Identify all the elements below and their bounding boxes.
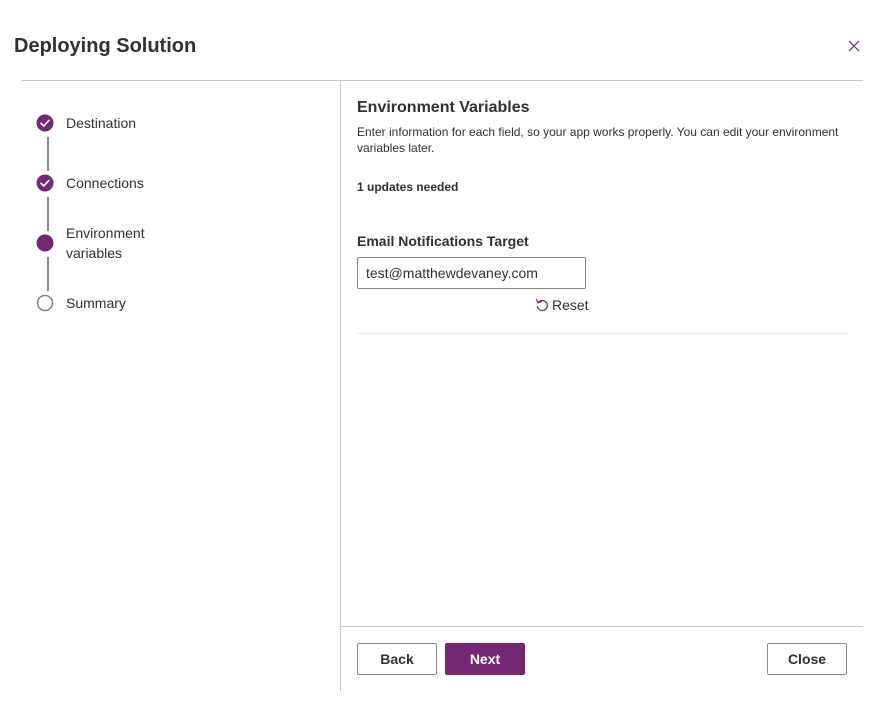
step-label: Summary bbox=[66, 295, 126, 311]
check-circle-icon bbox=[36, 114, 54, 132]
step-connections[interactable]: Connections bbox=[36, 172, 144, 194]
content-divider bbox=[357, 333, 847, 334]
step-label: Environment variables bbox=[66, 225, 145, 261]
step-label: Destination bbox=[66, 115, 137, 131]
section-title: Environment Variables bbox=[357, 99, 530, 116]
check-circle-icon bbox=[36, 174, 54, 192]
deploy-dialog: Deploying Solution Destination Connectio… bbox=[0, 0, 881, 708]
reset-label: Reset bbox=[552, 297, 589, 313]
email-target-input[interactable] bbox=[357, 257, 586, 289]
step-connector bbox=[47, 197, 49, 231]
step-environment-variables[interactable]: Environment variables bbox=[36, 225, 145, 261]
header-divider bbox=[22, 80, 863, 81]
close-icon[interactable] bbox=[845, 37, 863, 55]
step-summary[interactable]: Summary bbox=[36, 292, 126, 314]
step-destination[interactable]: Destination bbox=[36, 112, 136, 134]
step-connector bbox=[47, 137, 49, 171]
back-button[interactable]: Back bbox=[357, 643, 437, 675]
email-target-label: Email Notifications Target bbox=[357, 233, 529, 249]
step-connector bbox=[47, 257, 49, 291]
close-button[interactable]: Close bbox=[767, 643, 847, 675]
undo-icon bbox=[534, 297, 552, 313]
updates-needed-count: 1 updates needed bbox=[357, 180, 459, 194]
reset-button[interactable]: Reset bbox=[534, 297, 589, 313]
footer-divider bbox=[341, 626, 863, 627]
dialog-title: Deploying Solution bbox=[14, 35, 197, 57]
next-button[interactable]: Next bbox=[445, 643, 525, 675]
empty-circle-icon bbox=[36, 294, 54, 312]
section-description: Enter information for each field, so you… bbox=[357, 125, 839, 155]
panel-divider bbox=[340, 81, 341, 691]
step-label: Connections bbox=[66, 175, 144, 191]
filled-circle-icon bbox=[36, 234, 54, 252]
